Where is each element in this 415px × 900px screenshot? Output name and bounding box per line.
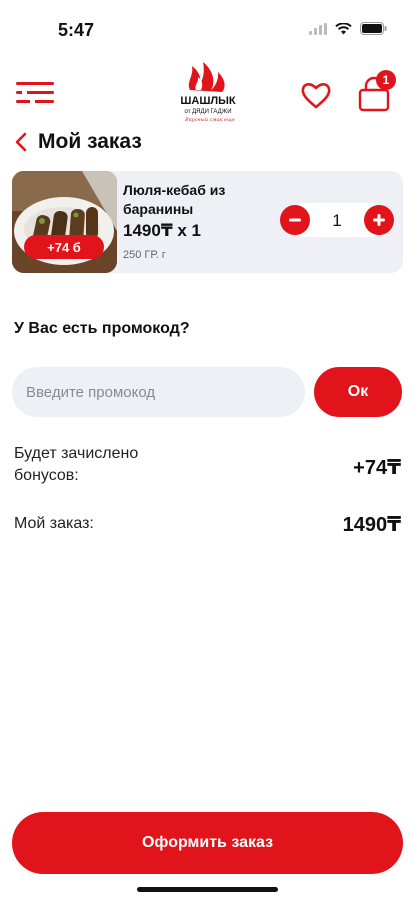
wifi-icon bbox=[335, 22, 352, 34]
logo-text-sub: от ДЯДИ ГАДЖИ bbox=[184, 109, 231, 115]
favorites-button[interactable] bbox=[300, 80, 332, 110]
product-image: +74 б bbox=[12, 171, 117, 273]
bonus-badge: +74 б bbox=[24, 235, 104, 259]
product-price: 1490₸ x 1 bbox=[123, 221, 202, 240]
page-header: Мой заказ bbox=[14, 130, 142, 154]
decrease-button[interactable] bbox=[280, 205, 310, 235]
cart-count-badge: 1 bbox=[376, 70, 396, 90]
promo-question: У Вас есть промокод? bbox=[14, 320, 190, 337]
order-total-value: 1490₸ bbox=[342, 514, 401, 536]
signal-icon bbox=[309, 22, 327, 35]
battery-icon bbox=[360, 22, 387, 35]
quantity-value: 1 bbox=[332, 211, 342, 230]
heart-icon bbox=[301, 83, 331, 109]
product-weight: 250 ГР. г bbox=[123, 249, 166, 261]
brand-logo: ШАШЛЫК от ДЯДИ ГАДЖИ Вкусный смак еще bbox=[172, 60, 244, 124]
promo-code-input[interactable] bbox=[12, 367, 305, 417]
back-chevron-icon[interactable] bbox=[14, 132, 28, 152]
status-time: 5:47 bbox=[58, 20, 95, 40]
checkout-button[interactable]: Оформить заказ bbox=[12, 812, 403, 874]
apply-promo-button[interactable]: Ок bbox=[314, 367, 402, 417]
hamburger-menu-icon bbox=[16, 82, 54, 103]
minus-icon bbox=[289, 218, 301, 222]
home-indicator[interactable] bbox=[137, 887, 278, 892]
increase-button[interactable] bbox=[364, 205, 394, 235]
order-total-label: Мой заказ: bbox=[14, 515, 94, 532]
menu-button[interactable] bbox=[14, 78, 56, 108]
order-item-card: +74 б Люля-кебаб из баранины 1490₸ x 1 2… bbox=[12, 171, 403, 273]
quantity-stepper: 1 bbox=[280, 203, 394, 237]
cart-button[interactable]: 1 bbox=[356, 70, 396, 112]
bonus-value: +74₸ bbox=[353, 457, 401, 479]
product-name: Люля-кебаб из баранины bbox=[123, 182, 226, 217]
plus-icon bbox=[373, 214, 385, 226]
page-title: Мой заказ bbox=[38, 130, 142, 153]
logo-tagline: Вкусный смак еще bbox=[184, 117, 235, 123]
bonus-label: Будет зачислено бонусов: bbox=[14, 445, 139, 484]
logo-text-main: ШАШЛЫК bbox=[180, 95, 236, 107]
status-icons bbox=[309, 22, 387, 35]
flame-icon: ШАШЛЫК от ДЯДИ ГАДЖИ Вкусный смак еще bbox=[180, 62, 236, 123]
